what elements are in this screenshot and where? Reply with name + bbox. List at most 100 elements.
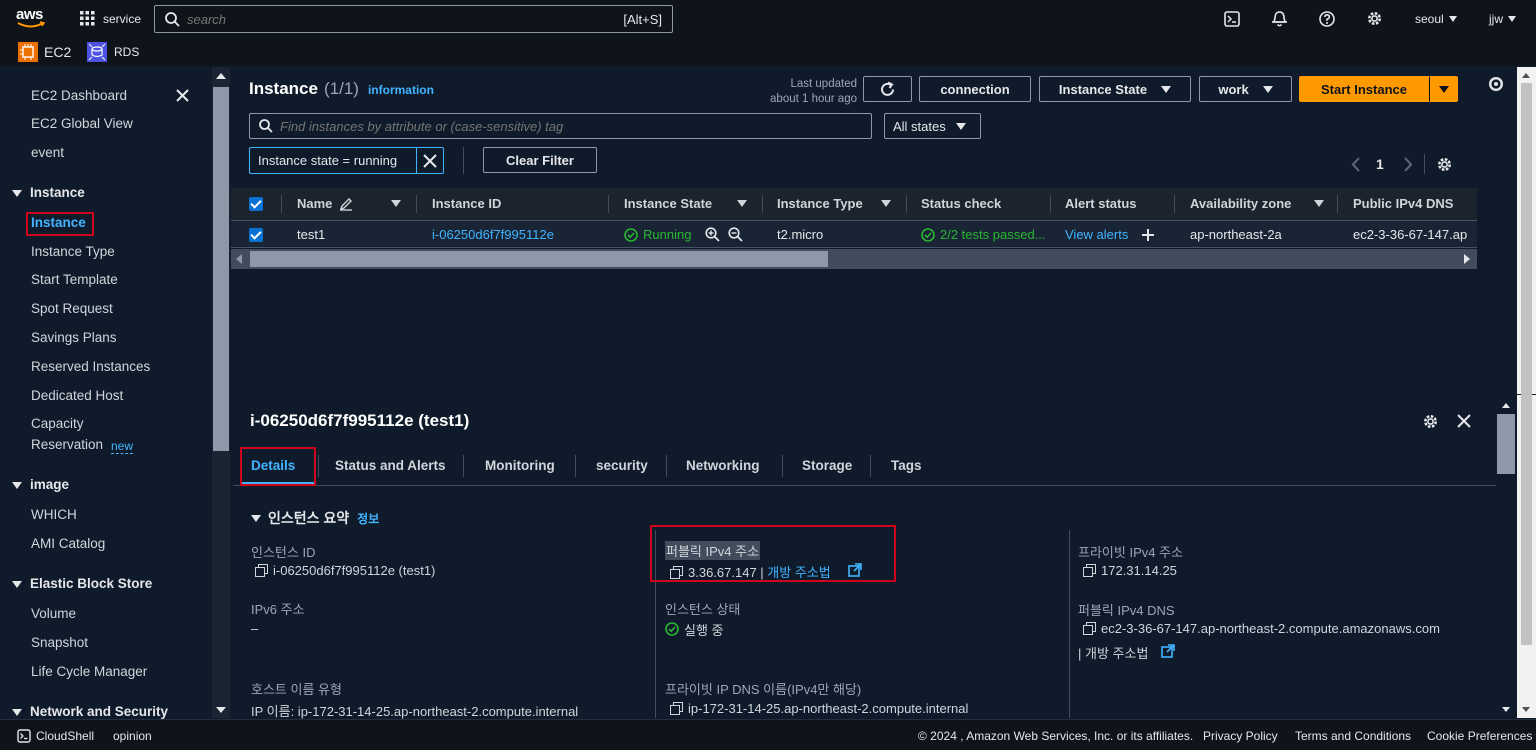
cloudshell-icon[interactable] — [17, 729, 31, 743]
scroll-right-icon[interactable] — [1464, 254, 1470, 264]
sidebar-item-savings-plans[interactable]: Savings Plans — [31, 330, 117, 345]
settings-gear-icon[interactable] — [1366, 10, 1383, 27]
tab-security[interactable]: security — [596, 458, 648, 473]
page-scrollbar[interactable] — [1517, 67, 1536, 643]
column-header-status-check[interactable]: Status check — [921, 196, 1001, 211]
cloudshell-link[interactable]: CloudShell — [36, 729, 94, 743]
help-icon[interactable] — [1319, 11, 1335, 27]
help-panel-icon[interactable] — [1488, 76, 1504, 92]
scroll-up-icon[interactable] — [1502, 403, 1510, 408]
sidebar-scrollbar[interactable] — [212, 67, 230, 718]
sort-icon[interactable] — [881, 200, 891, 207]
filter-box[interactable] — [249, 113, 872, 139]
sidebar-item-capacity[interactable]: Capacity — [31, 416, 84, 431]
scroll-up-icon[interactable] — [216, 73, 226, 79]
sidebar-section-image[interactable]: image — [12, 477, 69, 492]
favorite-rds[interactable]: RDS — [87, 42, 139, 62]
sidebar-item-reserved-instances[interactable]: Reserved Instances — [31, 359, 150, 374]
summary-section-header[interactable]: 인스턴스 요약 정보 — [251, 508, 379, 528]
search-box[interactable]: [Alt+S] — [154, 5, 673, 33]
copy-icon[interactable] — [1083, 564, 1096, 577]
user-menu[interactable]: jjw — [1489, 12, 1516, 26]
copy-icon[interactable] — [255, 564, 268, 577]
zoom-in-icon[interactable] — [705, 227, 720, 242]
details-scroll-thumb[interactable] — [1497, 414, 1515, 474]
tab-networking[interactable]: Networking — [686, 458, 760, 473]
zoom-out-icon[interactable] — [728, 227, 743, 242]
sidebar-item-dedicated-host[interactable]: Dedicated Host — [31, 388, 123, 403]
cookie-preferences-link[interactable]: Cookie Preferences — [1427, 729, 1532, 743]
tab-status-alerts[interactable]: Status and Alerts — [335, 458, 446, 473]
filter-input[interactable] — [280, 117, 860, 135]
close-icon[interactable] — [176, 89, 189, 102]
state-filter-select[interactable]: All states — [884, 113, 981, 139]
column-header-name[interactable]: Name — [297, 196, 332, 211]
sidebar-item-event[interactable]: event — [31, 145, 64, 160]
scroll-down-icon[interactable] — [1522, 707, 1530, 712]
table-horizontal-scrollbar[interactable] — [231, 249, 1477, 269]
external-link-icon[interactable] — [1161, 644, 1175, 658]
connect-button[interactable]: connection — [919, 76, 1031, 102]
copy-icon[interactable] — [1083, 622, 1096, 635]
sort-icon[interactable] — [391, 200, 401, 207]
sidebar-item-spot-request[interactable]: Spot Request — [31, 301, 113, 316]
column-header-availability-zone[interactable]: Availability zone — [1190, 196, 1291, 211]
column-header-public-dns[interactable]: Public IPv4 DNS — [1353, 196, 1453, 211]
sidebar-section-ebs[interactable]: Elastic Block Store — [12, 576, 152, 591]
refresh-button[interactable] — [863, 76, 912, 102]
tab-tags[interactable]: Tags — [891, 458, 922, 473]
sort-icon[interactable] — [737, 200, 747, 207]
close-icon[interactable] — [1457, 414, 1471, 428]
bell-icon[interactable] — [1271, 10, 1288, 28]
sidebar-scroll-thumb[interactable] — [213, 87, 229, 451]
scroll-down-icon[interactable] — [1502, 707, 1510, 712]
horizontal-scroll-thumb[interactable] — [250, 251, 828, 267]
instance-state-dropdown[interactable]: Instance State — [1039, 76, 1191, 102]
chevron-right-icon[interactable] — [1403, 157, 1413, 172]
sidebar-section-network-security[interactable]: Network and Security — [12, 704, 168, 719]
sort-icon[interactable] — [1314, 200, 1324, 207]
tab-monitoring[interactable]: Monitoring — [485, 458, 555, 473]
public-dns-open-link[interactable]: | 개방 주소법 — [1078, 643, 1148, 662]
sidebar-section-instance[interactable]: Instance — [12, 185, 85, 200]
column-header-instance-type[interactable]: Instance Type — [777, 196, 863, 211]
select-all-checkbox[interactable] — [249, 197, 263, 211]
sidebar-item-which[interactable]: WHICH — [31, 507, 77, 522]
tab-storage[interactable]: Storage — [802, 458, 852, 473]
favorite-ec2[interactable]: EC2 — [18, 42, 71, 62]
sidebar-item-volume[interactable]: Volume — [31, 606, 76, 621]
summary-info-link[interactable]: 정보 — [357, 510, 379, 527]
sidebar-item-reservation[interactable]: Reservation — [31, 437, 103, 452]
sidebar-item-global-view[interactable]: EC2 Global View — [31, 116, 133, 131]
clear-filter-button[interactable]: Clear Filter — [483, 147, 597, 173]
aws-logo[interactable]: aws — [16, 6, 46, 29]
sidebar-item-start-template[interactable]: Start Template — [31, 272, 118, 287]
info-link[interactable]: information — [368, 83, 434, 97]
table-row[interactable]: test1 i-06250d6f7f995112e Running t2.mic… — [231, 220, 1477, 248]
close-icon[interactable] — [423, 154, 437, 168]
plus-icon[interactable] — [1141, 228, 1155, 242]
services-menu-button[interactable]: service — [80, 11, 141, 26]
cell-view-alerts[interactable]: View alerts — [1065, 227, 1128, 242]
chevron-left-icon[interactable] — [1351, 157, 1361, 172]
page-number[interactable]: 1 — [1376, 156, 1384, 172]
feedback-link[interactable]: opinion — [113, 729, 152, 743]
search-input[interactable] — [187, 9, 607, 29]
page-scrollbar-lower[interactable] — [1517, 395, 1536, 718]
scroll-left-icon[interactable] — [236, 254, 242, 264]
copy-icon[interactable] — [670, 702, 683, 715]
launch-instance-button[interactable]: Start Instance — [1299, 76, 1429, 102]
sidebar-item-ami-catalog[interactable]: AMI Catalog — [31, 536, 105, 551]
sidebar-item-lifecycle-manager[interactable]: Life Cycle Manager — [31, 664, 147, 679]
launch-options-button[interactable] — [1429, 76, 1458, 102]
sidebar-item-instance-type[interactable]: Instance Type — [31, 244, 115, 259]
details-scrollbar[interactable] — [1496, 395, 1517, 718]
scroll-up-icon[interactable] — [1522, 73, 1530, 78]
sidebar-item-snapshot[interactable]: Snapshot — [31, 635, 88, 650]
cell-instance-id[interactable]: i-06250d6f7f995112e — [432, 227, 554, 242]
sidebar-item-ec2-dashboard[interactable]: EC2 Dashboard — [31, 88, 127, 103]
page-scroll-thumb[interactable] — [1521, 395, 1532, 645]
column-header-instance-id[interactable]: Instance ID — [432, 196, 501, 211]
column-header-instance-state[interactable]: Instance State — [624, 196, 712, 211]
scroll-down-icon[interactable] — [216, 707, 226, 713]
